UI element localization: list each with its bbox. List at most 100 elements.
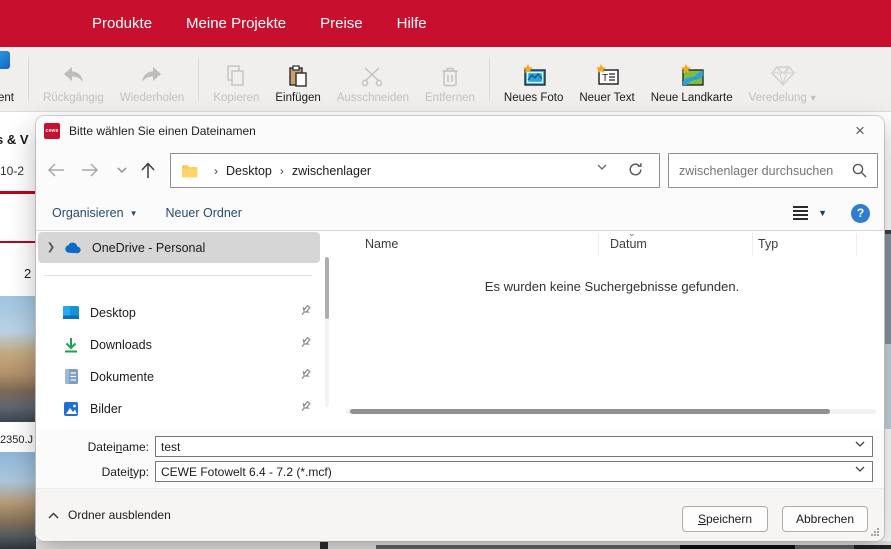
background-heading-fragment: s & V [0, 132, 29, 147]
close-icon[interactable]: × [846, 118, 874, 144]
forward-icon[interactable] [76, 156, 104, 184]
breadcrumb-desktop[interactable]: Desktop [226, 164, 272, 178]
filename-dropdown-chevron-icon[interactable] [855, 441, 865, 447]
sidebar-item-desktop[interactable]: Desktop [36, 299, 320, 326]
new-text-button[interactable]: T Neuer Text [571, 47, 642, 111]
background-app-right-strip [884, 112, 891, 549]
background-red-divider [0, 191, 36, 194]
breadcrumb-chevron-icon: › [214, 164, 218, 178]
recent-locations-chevron-icon[interactable] [108, 156, 136, 184]
save-button[interactable]: Speichern [682, 506, 768, 532]
organize-button[interactable]: Organisieren ▼ [52, 206, 138, 220]
cancel-button[interactable]: Abbrechen [782, 506, 868, 532]
new-folder-button[interactable]: Neuer Ordner [166, 206, 242, 220]
redo-button[interactable]: Wiederholen [112, 47, 193, 111]
clipped-toolbar-icon [0, 51, 10, 69]
folder-icon [181, 164, 198, 178]
filename-input[interactable] [156, 440, 826, 454]
sidebar-item-downloads[interactable]: Downloads [36, 331, 320, 358]
up-icon[interactable] [134, 156, 162, 184]
filetype-row: Dateityp: CEWE Fotowelt 6.4 - 7.2 (*.mcf… [36, 461, 884, 482]
back-icon[interactable] [42, 156, 70, 184]
search-input[interactable] [679, 164, 852, 178]
embellishment-button[interactable]: Veredelung▼ [741, 47, 826, 111]
resize-grip[interactable] [870, 527, 880, 537]
scissors-icon [361, 63, 385, 89]
sidebar-scrollbar[interactable] [325, 257, 329, 407]
view-mode-chevron-icon[interactable]: ▼ [818, 208, 827, 218]
undo-button[interactable]: Rückgängig [35, 47, 112, 111]
toolbar-separator [28, 57, 29, 101]
file-list: Name ⌄ Datum Typ Es wurden keine Sucherg… [340, 231, 884, 431]
background-photo-thumbnail [0, 296, 36, 422]
filename-label: Dateiname: [36, 440, 155, 454]
sidebar-item-documents[interactable]: Dokumente [36, 363, 320, 390]
new-photo-button[interactable]: Neues Foto [496, 47, 571, 111]
desktop-icon [62, 304, 80, 322]
paste-icon [288, 63, 308, 89]
menu-hilfe[interactable]: Hilfe [397, 15, 427, 32]
clipped-toolbar-button[interactable]: ent [0, 47, 22, 111]
background-photo-thumbnail [0, 452, 36, 549]
background-filename-fragment: 2350.J [0, 434, 33, 446]
documents-icon [62, 368, 80, 386]
dialog-title-bar[interactable]: cewe Bitte wählen Sie einen Dateinamen × [36, 116, 884, 146]
breadcrumb-zwischenlager[interactable]: zwischenlager [292, 164, 371, 178]
address-dropdown-chevron-icon[interactable] [597, 164, 607, 170]
address-bar[interactable]: › Desktop › zwischenlager [170, 153, 660, 188]
pin-icon [299, 336, 312, 349]
background-date-fragment: -10-2 [0, 164, 24, 178]
dialog-command-bar: Organisieren ▼ Neuer Ordner ▼ ? [36, 196, 884, 230]
filetype-select[interactable]: CEWE Fotowelt 6.4 - 7.2 (*.mcf) [155, 461, 873, 482]
new-map-button[interactable]: Neue Landkarte [643, 47, 741, 111]
sidebar-item-onedrive[interactable]: ❯ OneDrive - Personal [38, 232, 320, 263]
new-map-icon [678, 63, 706, 89]
menu-produkte[interactable]: Produkte [92, 15, 152, 32]
view-mode-icon[interactable] [793, 206, 808, 220]
editor-toolbar: ent Rückgängig Wiederholen Kopieren Einf… [0, 47, 891, 112]
help-button[interactable]: ? [851, 204, 870, 223]
sidebar-item-pictures[interactable]: Bilder [36, 395, 320, 422]
cut-button[interactable]: Ausschneiden [329, 47, 417, 111]
save-file-dialog: cewe Bitte wählen Sie einen Dateinamen ×… [36, 116, 884, 541]
main-menu-bar: Produkte Meine Projekte Preise Hilfe [0, 0, 891, 47]
pin-icon [299, 368, 312, 381]
delete-button[interactable]: Entfernen [417, 47, 483, 111]
new-photo-icon [520, 63, 548, 89]
search-box[interactable] [668, 153, 878, 188]
column-header-datum[interactable]: Datum [610, 237, 647, 251]
hide-folders-button[interactable]: Ordner ausblenden [48, 508, 171, 522]
filetype-dropdown-chevron-icon[interactable] [855, 466, 865, 472]
cewe-logo-icon: cewe [44, 123, 60, 139]
background-app-bottom-strip [36, 541, 891, 549]
embellishment-caret-icon: ▼ [809, 93, 818, 103]
background-red-divider [0, 241, 36, 243]
copy-button[interactable]: Kopieren [205, 47, 267, 111]
background-count-fragment: 2 [24, 266, 31, 281]
dialog-title: Bitte wählen Sie einen Dateinamen [69, 124, 256, 138]
expand-chevron-icon[interactable]: ❯ [38, 242, 64, 253]
empty-results-message: Es wurden keine Suchergebnisse gefunden. [340, 279, 884, 294]
new-text-icon: T [593, 63, 621, 89]
menu-preise[interactable]: Preise [320, 15, 363, 32]
pin-icon [299, 304, 312, 317]
file-list-horizontal-scrollbar[interactable] [346, 409, 876, 414]
filename-field[interactable] [155, 436, 873, 457]
paste-button[interactable]: Einfügen [267, 47, 328, 111]
toolbar-separator [489, 57, 490, 101]
filetype-label: Dateityp: [36, 465, 155, 479]
diamond-icon [770, 63, 796, 89]
column-header-typ[interactable]: Typ [758, 237, 778, 251]
toolbar-separator [198, 57, 199, 101]
pin-icon [299, 400, 312, 413]
trash-icon [440, 63, 460, 89]
search-icon[interactable] [852, 163, 867, 178]
undo-icon [61, 63, 85, 89]
places-sidebar: ❯ OneDrive - Personal Desktop [36, 231, 334, 431]
breadcrumb-chevron-icon: › [280, 164, 284, 178]
refresh-icon[interactable] [628, 162, 643, 177]
column-header-name[interactable]: Name [365, 237, 398, 251]
sidebar-divider [44, 275, 312, 276]
menu-meine-projekte[interactable]: Meine Projekte [186, 15, 286, 32]
file-list-header: Name ⌄ Datum Typ [340, 231, 884, 258]
